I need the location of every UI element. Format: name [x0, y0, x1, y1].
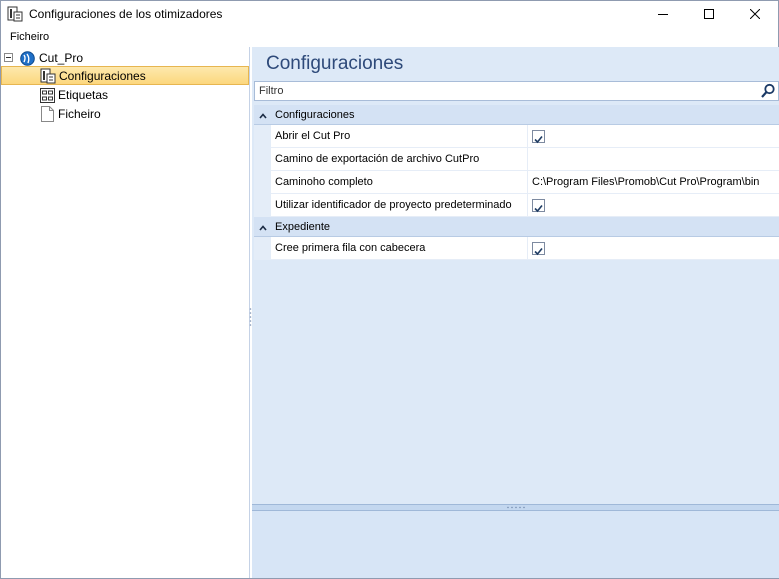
- window-title: Configuraciones de los otimizadores: [29, 7, 223, 21]
- property-name: Caminoho completo: [275, 176, 373, 188]
- property-value-field[interactable]: [530, 148, 779, 171]
- label-sheet-icon: [40, 88, 55, 103]
- group-header-expediente[interactable]: Expediente: [254, 217, 779, 237]
- tree-item-label: Ficheiro: [58, 107, 101, 121]
- checkmark-icon: [534, 135, 543, 144]
- maximize-button[interactable]: [686, 1, 732, 27]
- tree-root-label: Cut_Pro: [39, 51, 84, 65]
- property-name: Abrir el Cut Pro: [275, 130, 351, 142]
- filter-placeholder: Filtro: [259, 85, 284, 97]
- checkbox[interactable]: [532, 242, 545, 256]
- tree-item-label: Etiquetas: [58, 88, 109, 102]
- group-label: Expediente: [275, 221, 331, 233]
- menu-bar: Ficheiro: [1, 28, 778, 47]
- tree-item-configuraciones[interactable]: Configuraciones: [1, 66, 249, 85]
- property-name: Cree primera fila con cabecera: [275, 242, 426, 254]
- globe-icon: [20, 51, 35, 66]
- property-value-field[interactable]: C:\Program Files\Promob\Cut Pro\Program\…: [530, 171, 779, 194]
- minimize-button[interactable]: [640, 1, 686, 27]
- property-value[interactable]: [530, 194, 779, 217]
- navigation-tree: Cut_Pro Configuraciones Etiquetas Fichei…: [1, 47, 250, 578]
- settings-window: Configuraciones de los otimizadores Fich…: [0, 0, 779, 579]
- close-icon: [750, 9, 760, 19]
- property-name: Utilizar identificador de proyecto prede…: [275, 199, 512, 211]
- property-name: Camino de exportación de archivo CutPro: [275, 153, 480, 165]
- property-value[interactable]: [530, 125, 779, 148]
- property-value[interactable]: [530, 237, 779, 260]
- property-row: Utilizar identificador de proyecto prede…: [254, 194, 779, 217]
- property-grid: Configuraciones Abrir el Cut Pro Camino …: [254, 105, 779, 260]
- settings-document-icon: [40, 68, 56, 84]
- property-row: Cree primera fila con cabecera: [254, 237, 779, 260]
- description-panel: [252, 511, 779, 578]
- collapse-toggle-icon[interactable]: [4, 53, 13, 62]
- checkbox[interactable]: [532, 130, 545, 144]
- checkbox[interactable]: [532, 199, 545, 213]
- blank-file-icon: [41, 106, 54, 122]
- settings-content: Configuraciones Filtro Configuraciones A…: [252, 47, 779, 578]
- page-title: Configuraciones: [266, 53, 404, 74]
- tree-item-ficheiro[interactable]: Ficheiro: [1, 105, 249, 124]
- search-icon[interactable]: [760, 83, 776, 99]
- menu-item-ficheiro[interactable]: Ficheiro: [10, 31, 49, 43]
- group-header-configuraciones[interactable]: Configuraciones: [254, 105, 779, 125]
- checkmark-icon: [534, 247, 543, 256]
- tree-item-label: Configuraciones: [59, 69, 146, 83]
- description-splitter[interactable]: [252, 504, 779, 511]
- group-label: Configuraciones: [275, 109, 355, 121]
- filter-input[interactable]: Filtro: [254, 81, 779, 101]
- collapse-chevron-icon[interactable]: [259, 223, 267, 231]
- close-button[interactable]: [732, 1, 778, 27]
- settings-document-icon: [7, 6, 23, 22]
- title-bar: Configuraciones de los otimizadores: [1, 1, 778, 27]
- property-row: Camino de exportación de archivo CutPro: [254, 148, 779, 171]
- tree-item-etiquetas[interactable]: Etiquetas: [1, 86, 249, 105]
- minimize-icon: [658, 14, 668, 15]
- property-row: Caminoho completo C:\Program Files\Promo…: [254, 171, 779, 194]
- collapse-chevron-icon[interactable]: [259, 111, 267, 119]
- maximize-icon: [704, 9, 714, 19]
- property-row: Abrir el Cut Pro: [254, 125, 779, 148]
- checkmark-icon: [534, 204, 543, 213]
